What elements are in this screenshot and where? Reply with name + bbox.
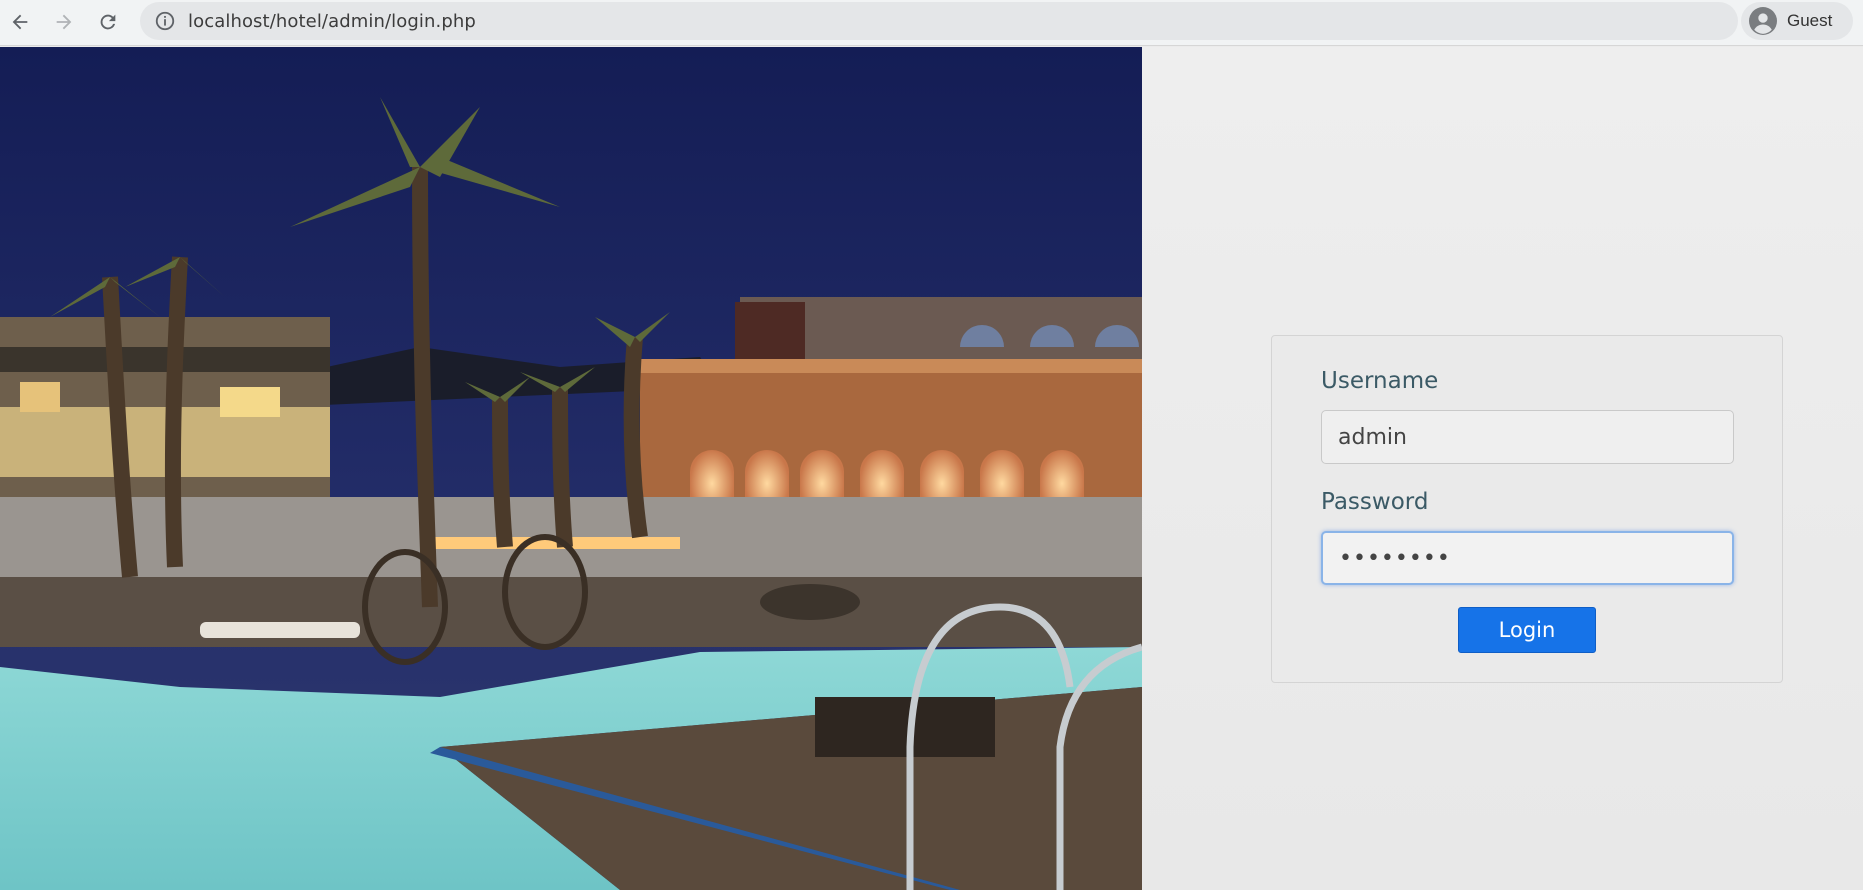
password-label: Password [1321,489,1429,515]
profile-name: Guest [1787,11,1833,30]
username-input[interactable] [1321,410,1734,464]
site-info-icon[interactable] [154,10,176,32]
profile-avatar-icon [1749,7,1777,35]
hotel-pool-illustration [0,47,1142,890]
login-button[interactable]: Login [1458,607,1596,653]
back-arrow-icon [12,14,28,30]
url-text: localhost/hotel/admin/login.php [188,10,476,32]
forward-button[interactable] [46,4,82,40]
profile-button[interactable]: Guest [1741,2,1853,40]
reload-button[interactable] [90,4,126,40]
password-input[interactable] [1321,531,1734,585]
username-label: Username [1321,368,1439,394]
login-form: Username Password Login [1271,335,1783,683]
reload-icon [100,14,116,30]
address-bar[interactable]: localhost/hotel/admin/login.php [140,2,1738,40]
forward-arrow-icon [56,14,72,30]
back-button[interactable] [2,4,38,40]
hotel-pool-photo [0,47,1142,890]
browser-toolbar: localhost/hotel/admin/login.php Guest [0,0,1863,46]
